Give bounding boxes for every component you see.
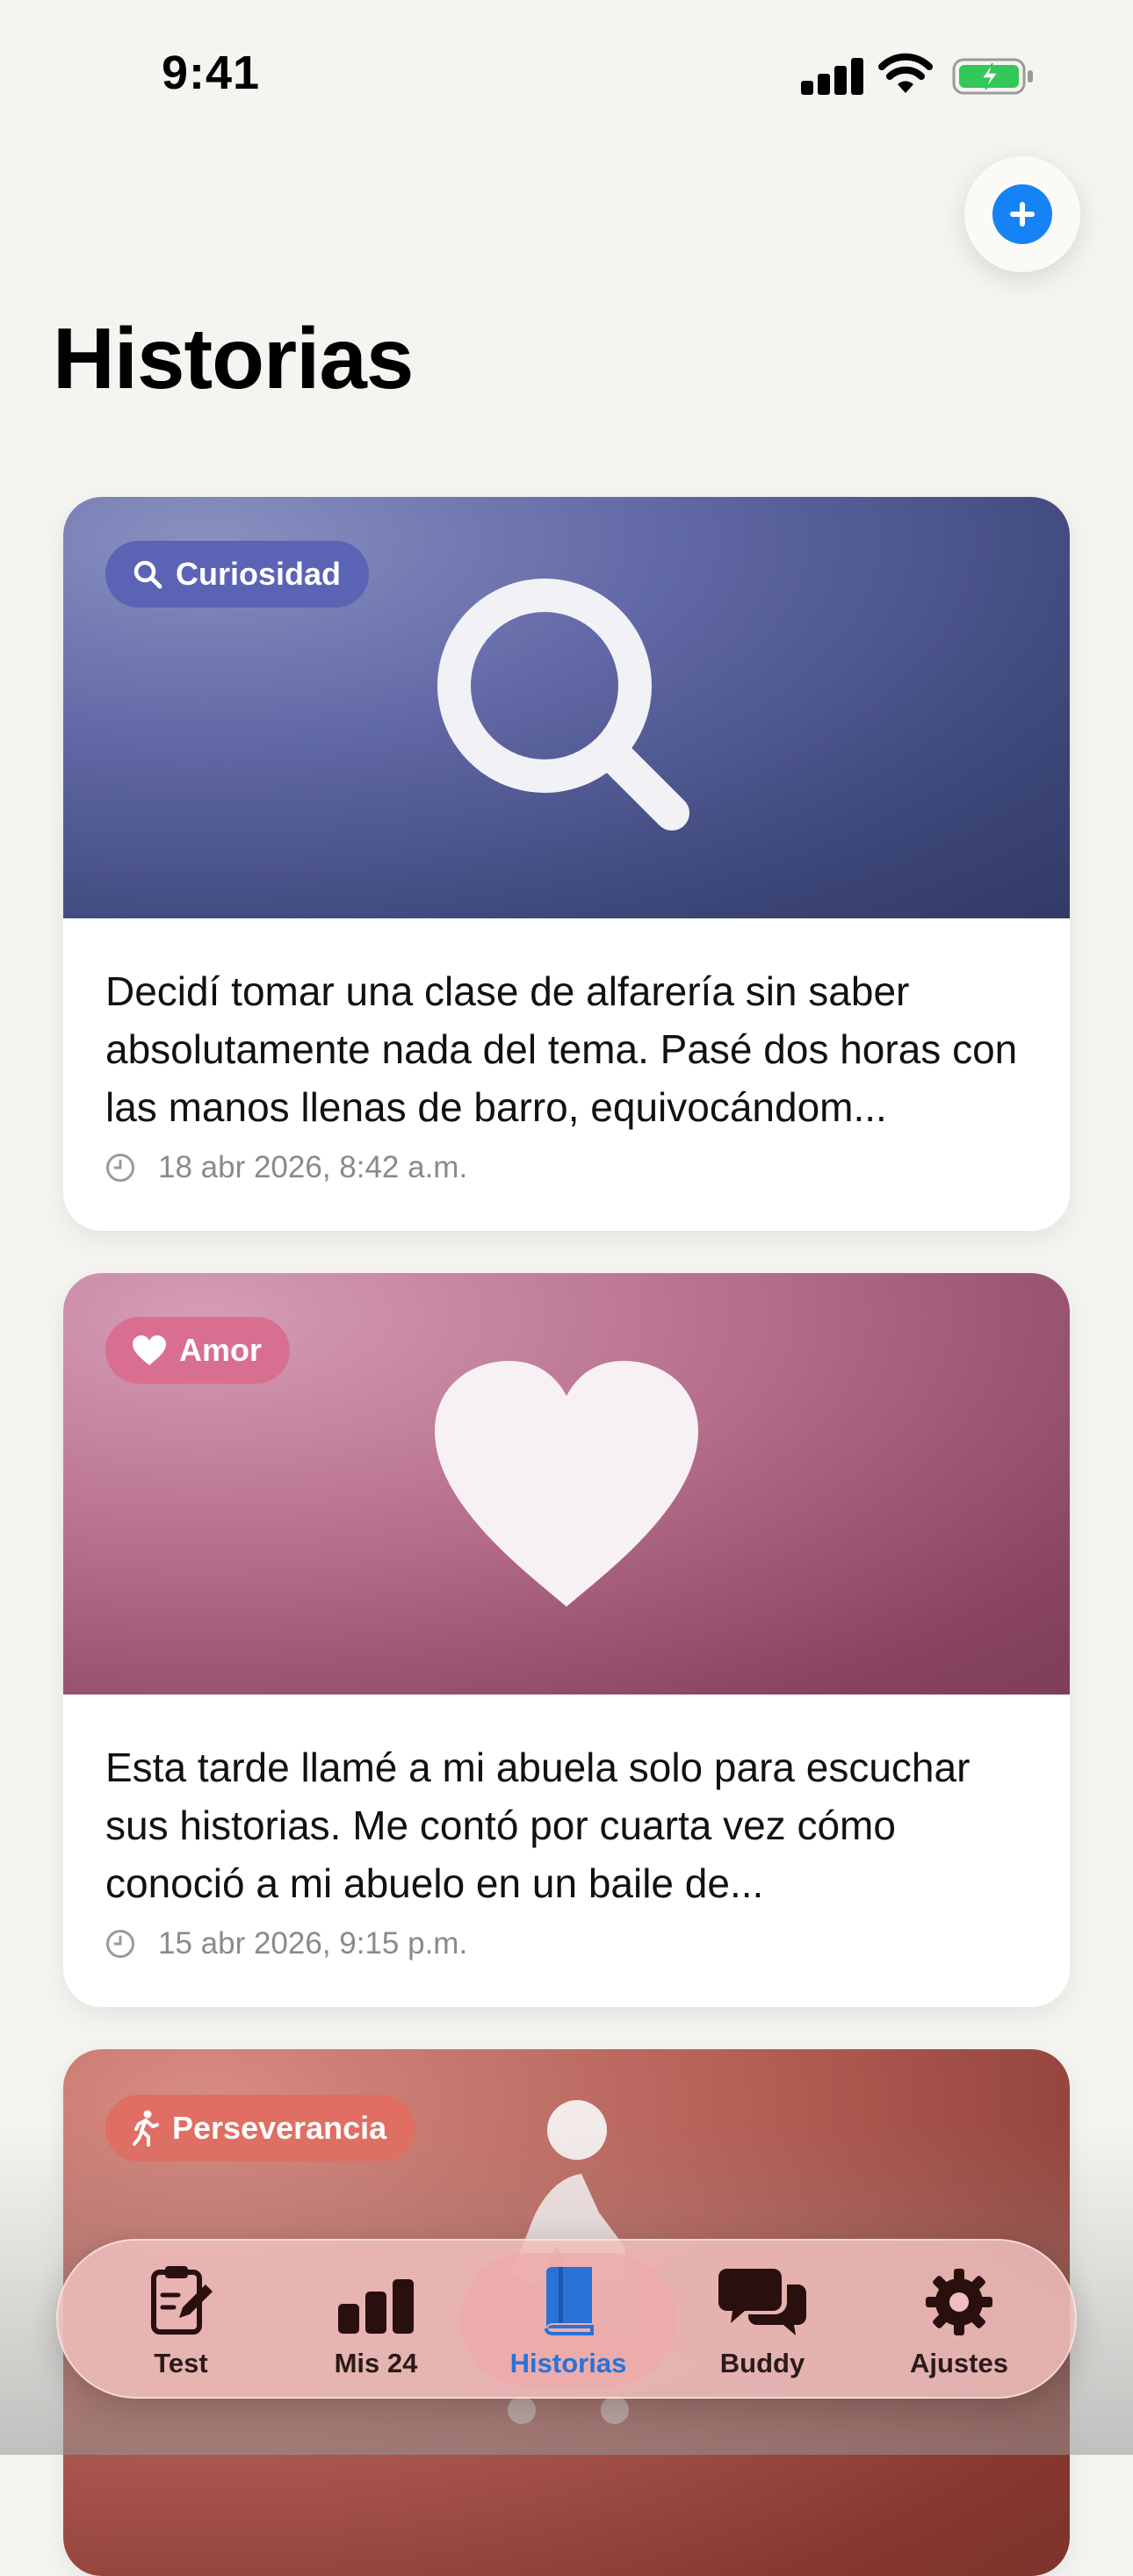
story-date-label: 15 abr 2026, 9:15 p.m.: [158, 1926, 468, 1961]
tab-historias[interactable]: Historias: [480, 2260, 656, 2381]
bar-chart-icon: [338, 2279, 414, 2334]
category-chip: Curiosidad: [105, 541, 370, 608]
battery-charging-icon: [952, 58, 1033, 95]
clock-icon: [106, 1930, 134, 1958]
heart-icon: [435, 1361, 698, 1607]
story-date-label: 18 abr 2026, 8:42 a.m.: [158, 1150, 468, 1184]
cellular-signal-icon: [801, 56, 863, 95]
tab-label: Historias: [509, 2348, 627, 2378]
story-text: Decidí tomar una clase de alfarería sin …: [105, 968, 1018, 1130]
category-chip: Perseverancia: [105, 2095, 415, 2162]
tab-ajustes[interactable]: Ajustes: [871, 2260, 1047, 2381]
page-title: Historias: [53, 310, 414, 407]
story-date: 15 abr 2026, 9:15 p.m.: [105, 1926, 1028, 1961]
chat-bubbles-icon: [718, 2269, 806, 2335]
plus-circle-icon: [992, 184, 1052, 244]
walking-figure-icon: [133, 2110, 159, 2147]
tab-mis-24[interactable]: Mis 24: [288, 2260, 464, 2381]
tab-label: Ajustes: [910, 2348, 1008, 2378]
category-label: Amor: [179, 1332, 263, 1368]
tab-buddy[interactable]: Buddy: [675, 2260, 850, 2381]
category-label: Perseverancia: [172, 2110, 387, 2146]
story-card[interactable]: Curiosidad Decidí tomar una clase de alf…: [63, 497, 1070, 1231]
heart-icon: [133, 1335, 166, 1365]
story-text: Esta tarde llamé a mi abuela solo para e…: [105, 1745, 971, 1906]
category-chip: Amor: [105, 1317, 291, 1384]
clock-icon: [106, 1154, 134, 1182]
gear-icon: [926, 2269, 992, 2335]
tab-label: Mis 24: [334, 2348, 418, 2378]
wifi-icon: [878, 53, 933, 93]
story-hero: Curiosidad: [63, 497, 1070, 918]
book-icon: [545, 2267, 594, 2335]
story-date: 18 abr 2026, 8:42 a.m.: [105, 1150, 1028, 1185]
add-story-button[interactable]: [964, 156, 1080, 272]
search-icon: [437, 579, 689, 831]
tab-label: Buddy: [719, 2348, 805, 2378]
status-bar: 9:41: [0, 0, 1133, 149]
status-time: 9:41: [162, 47, 261, 99]
category-label: Curiosidad: [176, 556, 342, 592]
search-icon: [134, 560, 162, 589]
story-hero: Amor: [63, 1273, 1070, 1695]
tab-test[interactable]: Test: [93, 2260, 269, 2381]
tab-label: Test: [154, 2348, 208, 2378]
tab-bar: Test Mis 24 Historias Buddy Ajustes: [56, 2239, 1077, 2399]
story-card[interactable]: Amor Esta tarde llamé a mi abuela solo p…: [63, 1273, 1070, 2007]
clipboard-edit-icon: [151, 2266, 213, 2335]
